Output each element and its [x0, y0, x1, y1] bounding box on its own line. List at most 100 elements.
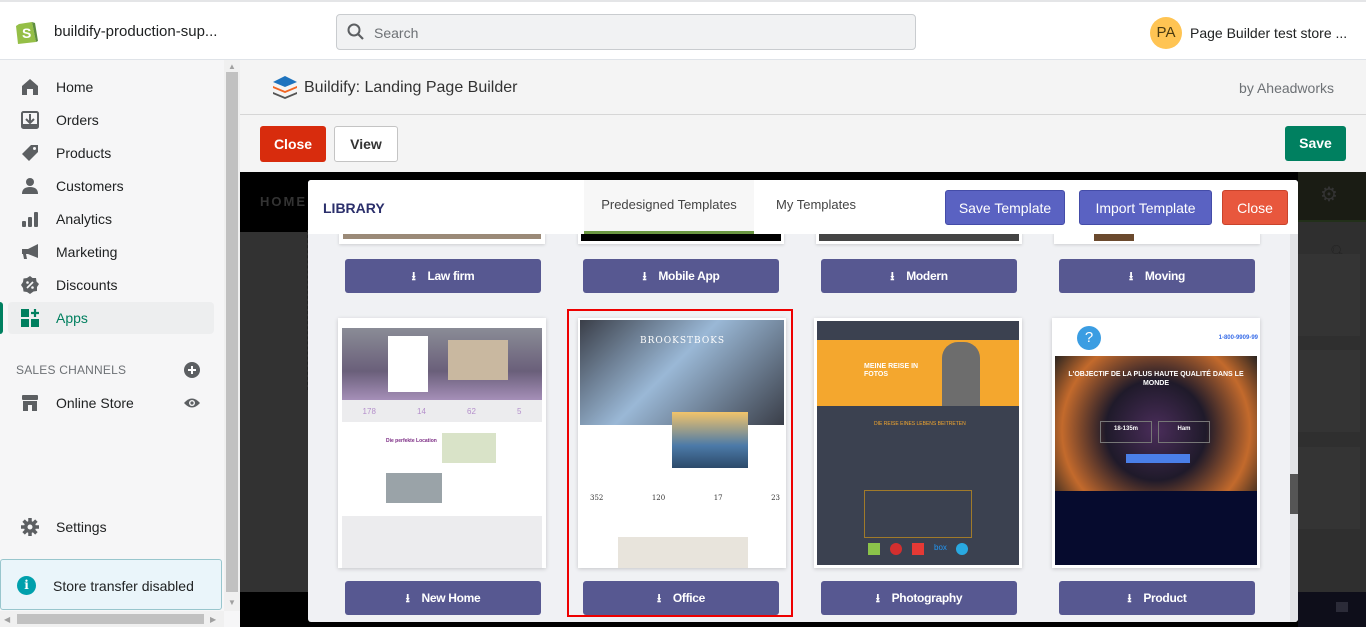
orders-icon — [21, 111, 39, 129]
download-icon: ⭳ — [656, 591, 661, 605]
template-thumbnail-office[interactable]: BROOKSTBOKS 352 120 17 23 — [578, 318, 786, 568]
megaphone-icon — [22, 244, 38, 259]
sidebar-item-marketing[interactable]: Marketing — [8, 236, 214, 268]
download-icon: ⭳ — [875, 591, 880, 605]
apps-icon — [21, 309, 39, 327]
person-icon — [22, 178, 38, 194]
folder-icon[interactable] — [1336, 602, 1348, 612]
sidebar-item-label: Products — [56, 145, 112, 161]
top-bar: S buildify-production-sup... Search PA P… — [0, 0, 1366, 60]
sidebar-vertical-scrollbar[interactable]: ▲ ▼ — [224, 60, 240, 611]
download-icon: ⭳ — [1128, 269, 1133, 283]
widget-card[interactable] — [1298, 350, 1360, 432]
widget-card[interactable] — [1298, 447, 1360, 529]
panel-header: ⚙ — [1298, 172, 1366, 222]
sidebar-item-home[interactable]: Home — [8, 71, 214, 103]
sidebar-item-settings[interactable]: Settings — [8, 511, 214, 543]
info-icon: i — [17, 576, 36, 595]
template-button-modern[interactable]: ⭳ Modern — [821, 259, 1017, 293]
template-button-new-home[interactable]: ⭳ New Home — [345, 581, 541, 615]
sidebar-item-label: Settings — [56, 519, 107, 535]
template-thumbnail-photography[interactable]: MEINE REISE IN FOTOS DIE REISE EINES LEB… — [814, 318, 1022, 568]
template-thumbnail-product[interactable]: ? 1-800-9909-99 L'OBJECTIF DE LA PLUS HA… — [1052, 318, 1260, 568]
add-channel-icon[interactable] — [184, 362, 200, 378]
view-button[interactable]: View — [334, 126, 398, 162]
sidebar-item-label: Analytics — [56, 211, 113, 227]
tab-predesigned-templates[interactable]: Predesigned Templates — [584, 180, 754, 234]
download-icon: ⭳ — [642, 269, 647, 283]
template-button-photography[interactable]: ⭳ Photography — [821, 581, 1017, 615]
sidebar-item-label: Home — [56, 79, 94, 95]
save-template-button[interactable]: Save Template — [945, 190, 1065, 225]
sidebar-item-label: Online Store — [56, 395, 134, 411]
store-icon — [22, 395, 38, 411]
sales-channels-heading: SALES CHANNELS — [16, 363, 127, 377]
store-transfer-text: Store transfer disabled — [53, 578, 194, 594]
svg-text:S: S — [22, 25, 31, 41]
sidebar-item-apps[interactable]: Apps — [8, 302, 214, 334]
sidebar-item-analytics[interactable]: Analytics — [8, 203, 214, 235]
widget-card[interactable] — [1298, 254, 1360, 336]
scroll-down-icon[interactable]: ▼ — [228, 598, 236, 607]
close-button[interactable]: Close — [260, 126, 326, 162]
sidebar-item-discounts[interactable]: Discounts — [8, 269, 214, 301]
template-button-office[interactable]: ⭳ Office — [583, 581, 779, 615]
import-template-button[interactable]: Import Template — [1079, 190, 1212, 225]
search-icon — [347, 23, 364, 40]
avatar[interactable]: PA — [1150, 17, 1182, 49]
home-icon — [22, 79, 38, 95]
discount-icon — [21, 276, 39, 294]
sidebar-item-label: Orders — [56, 112, 99, 128]
scroll-right-icon[interactable]: ▶ — [210, 615, 216, 624]
download-icon: ⭳ — [411, 269, 416, 283]
scrollbar-thumb[interactable] — [226, 72, 238, 592]
scrollbar-thumb[interactable] — [1290, 474, 1298, 514]
template-button-product[interactable]: ⭳ Product — [1059, 581, 1255, 615]
scrollbar-thumb[interactable] — [17, 614, 204, 624]
library-close-button[interactable]: Close — [1222, 190, 1288, 225]
sidebar-item-customers[interactable]: Customers — [8, 170, 214, 202]
tab-my-templates[interactable]: My Templates — [764, 180, 868, 234]
gear-icon — [21, 518, 39, 536]
gear-icon[interactable]: ⚙ — [1320, 182, 1338, 207]
library-modal: LIBRARY Predesigned Templates My Templat… — [308, 180, 1298, 622]
app-header: Buildify: Landing Page Builder by Aheadw… — [240, 60, 1366, 115]
sidebar-item-products[interactable]: Products — [8, 137, 214, 169]
active-indicator — [0, 302, 3, 334]
sidebar-horizontal-scrollbar[interactable]: ◀ ▶ — [0, 611, 224, 627]
buildify-logo-icon — [273, 76, 297, 99]
bar-chart-icon — [22, 212, 38, 227]
sidebar-item-label: Marketing — [56, 244, 118, 260]
editor-right-panel: ⚙ 🔍︎ — [1298, 172, 1366, 627]
library-title: LIBRARY — [323, 200, 385, 216]
scroll-up-icon[interactable]: ▲ — [228, 62, 236, 71]
app-vendor[interactable]: by Aheadworks — [1239, 80, 1334, 96]
panel-footer — [1298, 592, 1366, 627]
sidebar-item-label: Discounts — [56, 277, 118, 293]
sidebar-item-label: Customers — [56, 178, 124, 194]
scroll-left-icon[interactable]: ◀ — [4, 615, 10, 624]
template-button-mobile-app[interactable]: ⭳ Mobile App — [583, 259, 779, 293]
template-button-law-firm[interactable]: ⭳ Law firm — [345, 259, 541, 293]
sidebar-item-orders[interactable]: Orders — [8, 104, 214, 136]
download-icon: ⭳ — [405, 591, 410, 605]
library-header: LIBRARY Predesigned Templates My Templat… — [308, 180, 1298, 234]
library-scrollbar[interactable] — [1290, 234, 1298, 622]
search-input[interactable]: Search — [336, 14, 916, 50]
canvas-nav-home[interactable]: HOME — [260, 194, 307, 209]
app-toolbar: Close View Save — [240, 115, 1366, 172]
store-name[interactable]: buildify-production-sup... — [54, 23, 217, 40]
download-icon: ⭳ — [1127, 591, 1132, 605]
shopify-logo-icon: S — [16, 22, 38, 44]
sidebar-item-label: Apps — [56, 310, 88, 326]
download-icon: ⭳ — [890, 269, 895, 283]
tag-icon — [22, 145, 38, 161]
eye-icon[interactable] — [183, 396, 201, 410]
app-title: Buildify: Landing Page Builder — [304, 79, 518, 96]
save-button[interactable]: Save — [1285, 126, 1346, 161]
sidebar: Home Orders Products Customers Analytics… — [0, 60, 224, 627]
store-transfer-banner: i Store transfer disabled — [0, 559, 222, 610]
template-thumbnail-new-home[interactable]: 178 14 62 5 Die perfekte Location — [338, 318, 546, 568]
template-button-moving[interactable]: ⭳ Moving — [1059, 259, 1255, 293]
user-store-name[interactable]: Page Builder test store ... — [1190, 25, 1347, 41]
